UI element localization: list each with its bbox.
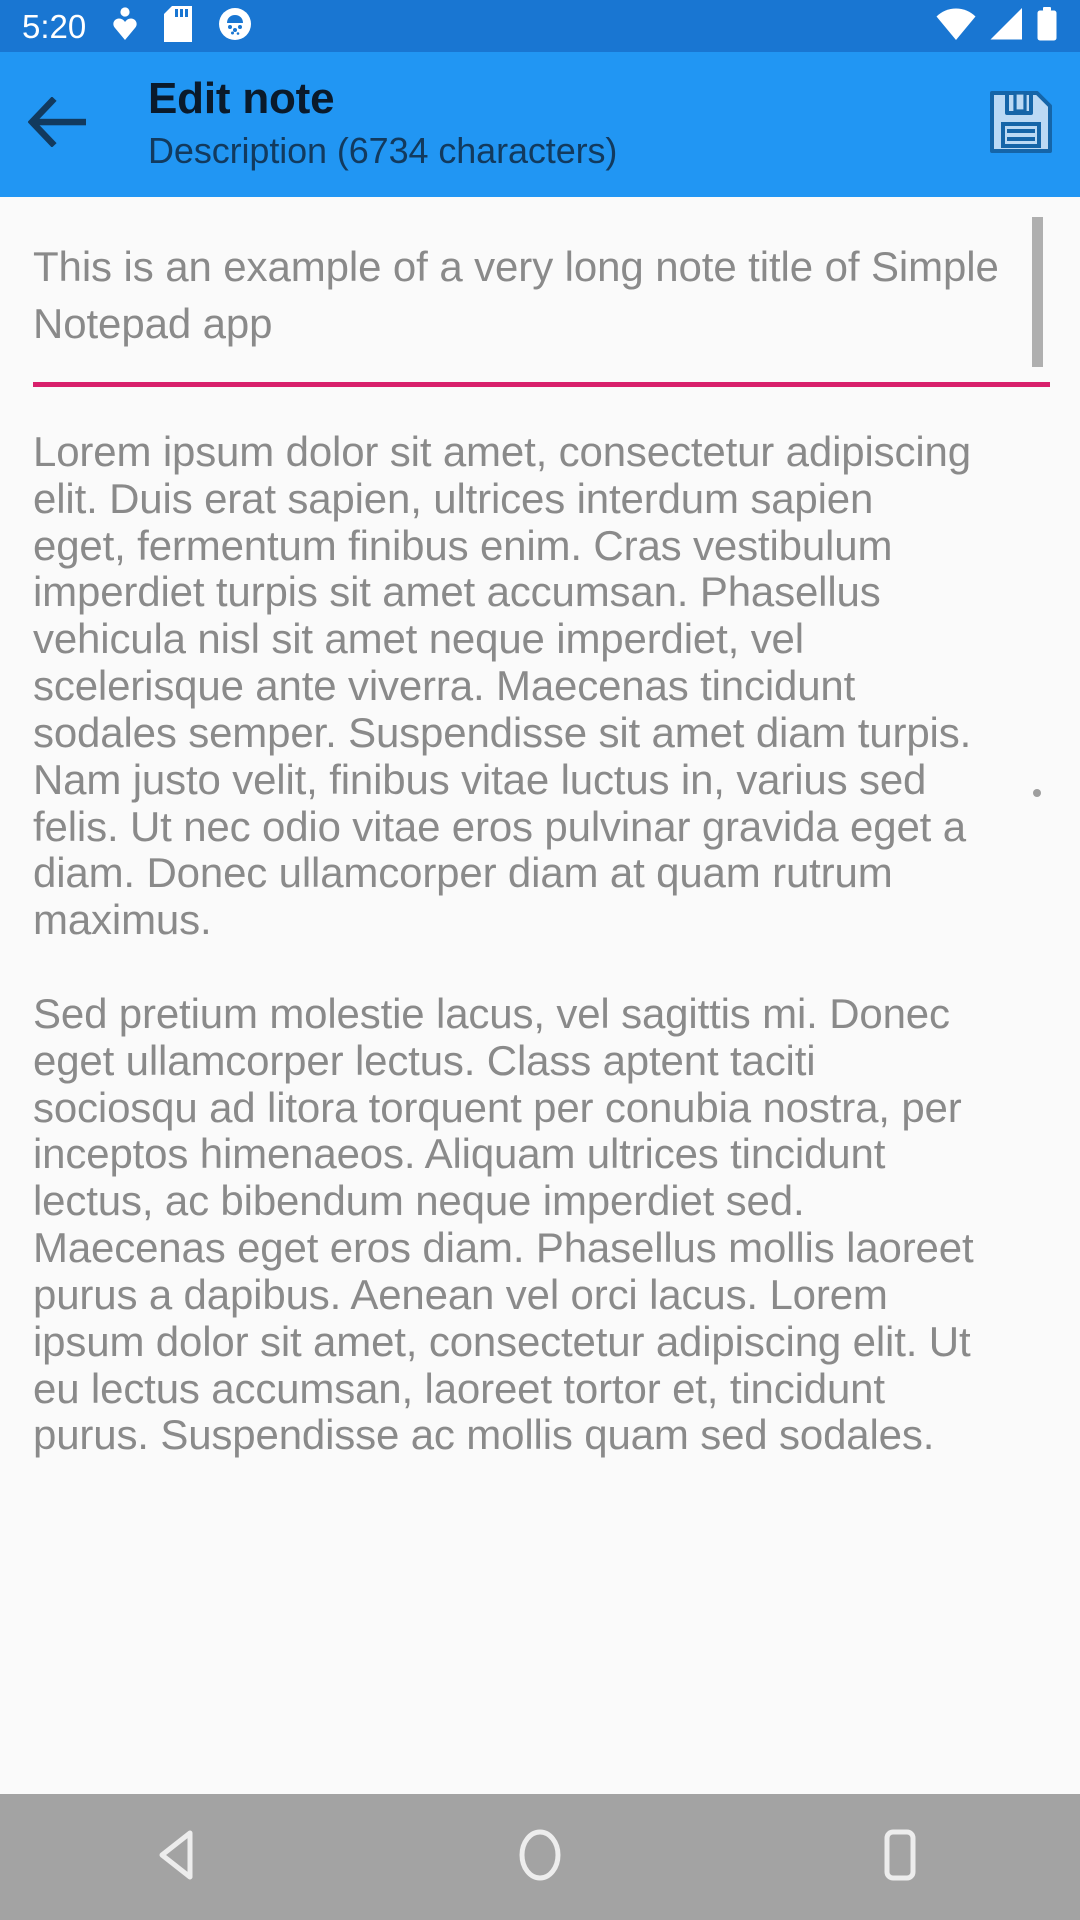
app-bar: Edit note Description (6734 characters) — [0, 52, 1080, 197]
bug-circle-icon — [218, 7, 252, 46]
note-body-input[interactable]: Lorem ipsum dolor sit amet, consectetur … — [0, 414, 1010, 1459]
status-bar: 5:20 — [0, 0, 1080, 52]
triangle-back-icon — [156, 1829, 204, 1886]
status-bar-clock: 5:20 — [22, 7, 87, 45]
back-button[interactable] — [0, 52, 118, 197]
save-floppy-icon — [985, 86, 1057, 163]
square-recents-icon — [878, 1827, 922, 1888]
battery-icon — [1036, 6, 1058, 46]
status-bar-notification-icons — [112, 5, 252, 47]
location-heart-icon — [112, 6, 138, 46]
note-title-underline — [33, 382, 1050, 387]
circle-home-icon — [516, 1827, 564, 1888]
note-body-scroll-area[interactable]: Lorem ipsum dolor sit amet, consectetur … — [0, 414, 1080, 1794]
back-arrow-icon — [27, 96, 90, 152]
app-bar-title-group: Edit note Description (6734 characters) — [118, 73, 962, 176]
android-navigation-bar — [0, 1794, 1080, 1920]
page-title: Edit note — [148, 74, 335, 124]
wifi-icon — [936, 8, 976, 45]
note-title-field[interactable]: This is an example of a very long note t… — [0, 197, 1080, 352]
home-nav-button[interactable] — [360, 1794, 720, 1920]
note-body-scrollbar-track[interactable] — [1032, 215, 1043, 1575]
save-button[interactable] — [962, 52, 1080, 197]
sd-card-icon — [164, 5, 193, 47]
note-body-scrollbar-thumb[interactable] — [1032, 217, 1043, 367]
status-bar-system-icons — [936, 6, 1058, 46]
scroll-indicator-dot — [1033, 789, 1041, 797]
cellular-signal-icon — [989, 7, 1023, 45]
note-title-input[interactable]: This is an example of a very long note t… — [33, 239, 1047, 352]
note-editor-content: This is an example of a very long note t… — [0, 197, 1080, 1794]
phone-screen: 5:20 Edit note Description (6734 charact… — [0, 0, 1080, 1920]
recents-nav-button[interactable] — [720, 1794, 1080, 1920]
back-nav-button[interactable] — [0, 1794, 360, 1920]
page-subtitle: Description (6734 characters) — [148, 130, 618, 172]
